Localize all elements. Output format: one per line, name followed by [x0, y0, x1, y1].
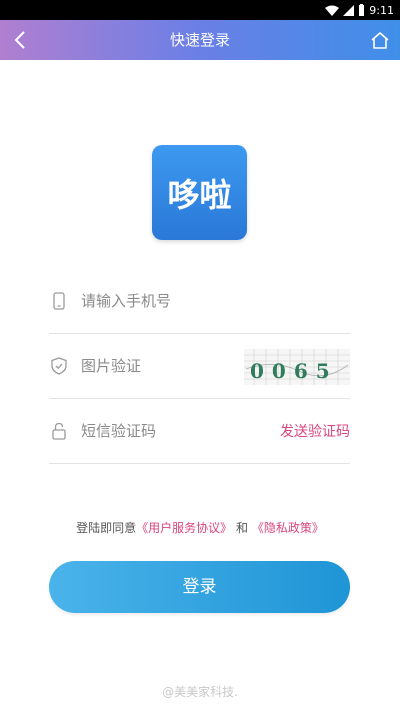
- lock-icon: [49, 421, 69, 441]
- footer-text: @美美家科技.: [162, 685, 238, 699]
- sms-code-input[interactable]: [81, 417, 261, 445]
- home-icon: [371, 31, 389, 49]
- captcha-row: 0065: [49, 334, 350, 399]
- privacy-link[interactable]: 《隐私政策》: [252, 521, 324, 535]
- captcha-input[interactable]: [81, 352, 261, 380]
- signal-icon: [343, 4, 355, 16]
- agreement-prefix: 登陆即同意: [76, 521, 137, 535]
- status-bar: 9:11: [0, 0, 400, 20]
- login-button[interactable]: 登录: [49, 561, 350, 613]
- captcha-image[interactable]: 0065: [244, 349, 350, 385]
- status-time: 9:11: [369, 3, 394, 17]
- home-button[interactable]: [366, 26, 394, 54]
- terms-link[interactable]: 《用户服务协议》: [136, 521, 232, 535]
- send-code-button[interactable]: 发送验证码: [280, 421, 350, 441]
- app-logo: 哆啦: [152, 145, 247, 240]
- status-icons: 9:11: [325, 2, 394, 18]
- wifi-icon: [325, 5, 340, 16]
- sms-row: 发送验证码: [49, 399, 350, 464]
- agreement-text: 登陆即同意《用户服务协议》 和 《隐私政策》: [0, 519, 400, 536]
- captcha-digits: 0065: [250, 359, 338, 383]
- page-title: 快速登录: [169, 31, 230, 49]
- agreement-conjunction: 和: [236, 521, 249, 535]
- phone-input[interactable]: [81, 287, 261, 315]
- shield-icon: [49, 356, 69, 376]
- battery-icon: [359, 4, 365, 16]
- phone-row: [49, 269, 350, 334]
- nav-bar: 快速登录: [0, 20, 400, 60]
- phone-icon: [49, 291, 69, 311]
